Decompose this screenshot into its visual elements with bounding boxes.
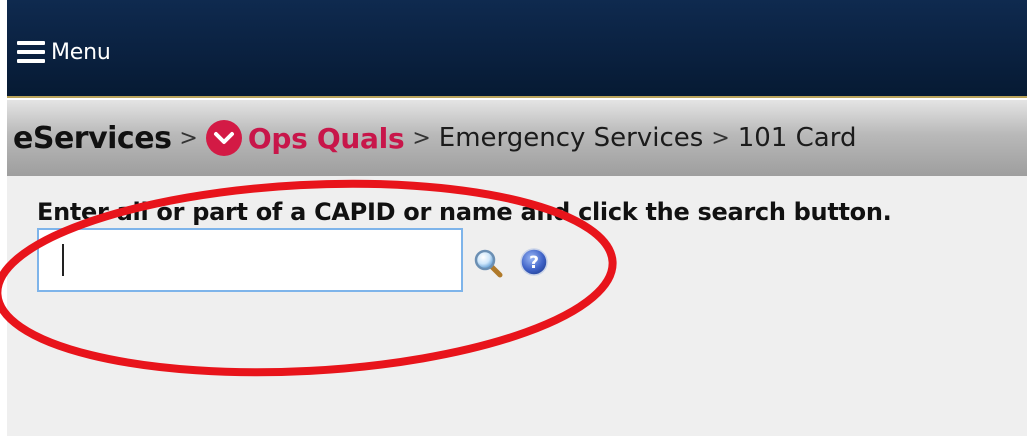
breadcrumb: eServices > Ops Quals > Emergency Servic… [7,100,1027,176]
chevron-down-circle-icon[interactable] [205,120,242,156]
search-instruction: Enter all or part of a CAPID or name and… [37,198,892,226]
menu-button[interactable]: Menu [17,36,111,68]
svg-text:?: ? [529,253,539,273]
text-caret [62,244,64,276]
breadcrumb-separator: > [412,125,431,151]
breadcrumb-current-page: 101 Card [737,123,857,153]
breadcrumb-eservices-link[interactable]: eServices [13,121,172,156]
breadcrumb-separator: > [711,125,730,151]
menu-label: Menu [51,39,111,65]
magnifier-icon[interactable] [473,248,503,278]
capid-search-input[interactable] [37,228,463,292]
hamburger-icon [17,41,45,63]
breadcrumb-separator: > [179,125,198,151]
breadcrumb-ops-quals-link[interactable]: Ops Quals [248,122,405,155]
top-navigation-bar: Menu [7,0,1027,98]
breadcrumb-emergency-services-link[interactable]: Emergency Services [439,123,704,153]
search-panel: Enter all or part of a CAPID or name and… [7,176,1027,436]
help-icon[interactable]: ? [519,247,549,277]
